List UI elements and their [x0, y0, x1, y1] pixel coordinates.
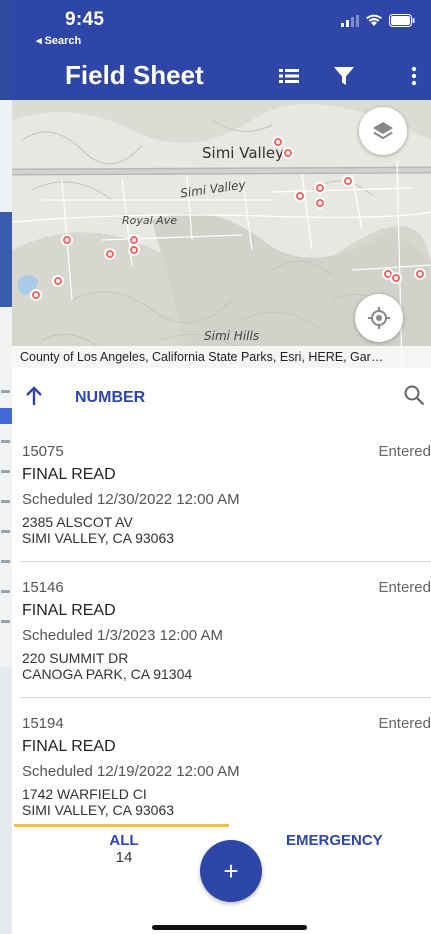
background-panel [0, 100, 12, 212]
work-order-number: 15146 [22, 579, 64, 596]
more-options-button[interactable] [401, 63, 427, 89]
signal-icon [341, 14, 359, 27]
status-time: 9:45 [65, 9, 105, 30]
work-order-address-line2: SIMI VALLEY, CA 93063 [22, 530, 175, 546]
map-pin[interactable] [61, 234, 73, 246]
sort-direction-button[interactable] [24, 386, 44, 411]
filter-button[interactable] [331, 63, 357, 89]
add-work-order-button[interactable]: + [200, 840, 262, 902]
tab-all-count: 14 [115, 849, 133, 866]
tab-all[interactable]: ALL 14 [104, 832, 144, 866]
map-pin[interactable] [390, 272, 402, 284]
background-tick [1, 530, 10, 533]
map-pin[interactable] [282, 147, 294, 159]
map-pin[interactable] [104, 248, 116, 260]
back-to-search-link[interactable]: ◂ Search [36, 34, 81, 47]
app-header: 9:45 ◂ Search Field Sheet [12, 0, 431, 100]
active-tab-indicator [14, 824, 229, 827]
work-order-number: 15194 [22, 715, 64, 732]
layers-icon [373, 122, 393, 140]
background-tick [1, 620, 10, 623]
background-tick [1, 470, 10, 473]
list-icon [279, 69, 299, 83]
map-label-avenue: Royal Ave [122, 214, 177, 227]
home-indicator[interactable] [152, 925, 307, 930]
map-pin[interactable] [314, 182, 326, 194]
status-icons [341, 14, 415, 27]
work-order-address-line1: 220 SUMMIT DR [22, 650, 129, 666]
work-order-number: 15075 [22, 443, 64, 460]
background-app-edge [0, 0, 12, 934]
work-order-list: 15075 Entered FINAL READ Scheduled 12/30… [12, 426, 431, 834]
wifi-icon [366, 14, 382, 26]
background-tick [1, 560, 10, 563]
work-order-status: Entered [378, 579, 431, 596]
search-icon [404, 385, 425, 406]
work-order-type: FINAL READ [22, 466, 116, 483]
work-order-address-line1: 2385 ALSCOT AV [22, 514, 133, 530]
list-view-button[interactable] [276, 63, 302, 89]
map-pin[interactable] [52, 275, 64, 287]
background-tick [1, 590, 10, 593]
work-order-card[interactable]: 15075 Entered FINAL READ Scheduled 12/30… [20, 426, 431, 562]
background-tick [1, 500, 10, 503]
work-order-address-line2: SIMI VALLEY, CA 93063 [22, 802, 175, 818]
locate-icon [368, 307, 390, 329]
map-label-hills: Simi Hills [204, 329, 260, 343]
background-list [0, 307, 12, 667]
battery-icon [389, 14, 415, 27]
page-title: Field Sheet [65, 60, 204, 90]
locate-me-button[interactable] [355, 294, 403, 342]
tab-emergency[interactable]: EMERGENCY [286, 832, 383, 849]
map-view[interactable]: Simi Valley Simi Valley Royal Ave Simi H… [12, 100, 431, 368]
filter-icon [334, 67, 354, 85]
plus-icon: + [223, 855, 239, 886]
work-order-status: Entered [378, 443, 431, 460]
background-header [0, 0, 12, 100]
work-order-card[interactable]: 15194 Entered FINAL READ Scheduled 12/19… [20, 698, 431, 834]
sort-field-button[interactable]: NUMBER [75, 389, 145, 407]
more-vertical-icon [411, 66, 417, 86]
arrow-up-icon [26, 386, 42, 405]
work-order-scheduled: Scheduled 12/19/2022 12:00 AM [22, 763, 240, 780]
background-highlight [0, 408, 12, 424]
work-order-address-line2: CANOGA PARK, CA 91304 [22, 666, 193, 682]
work-order-scheduled: Scheduled 1/3/2023 12:00 AM [22, 627, 223, 644]
work-order-scheduled: Scheduled 12/30/2022 12:00 AM [22, 491, 240, 508]
background-tick [1, 390, 10, 393]
map-pin[interactable] [294, 190, 306, 202]
map-pin[interactable] [128, 244, 140, 256]
work-order-type: FINAL READ [22, 738, 116, 755]
map-pin[interactable] [414, 268, 426, 280]
background-tick [1, 440, 10, 443]
work-order-address-line1: 1742 WARFIELD CI [22, 786, 147, 802]
layers-button[interactable] [359, 107, 407, 155]
search-button[interactable] [403, 384, 425, 411]
map-pin[interactable] [314, 197, 326, 209]
map-label-city: Simi Valley [202, 144, 284, 162]
map-pin[interactable] [342, 175, 354, 187]
background-band [0, 212, 12, 307]
work-order-status: Entered [378, 715, 431, 732]
map-pin[interactable] [30, 289, 42, 301]
map-attribution: County of Los Angeles, California State … [12, 346, 431, 368]
bottom-tab-bar: ALL 14 + EMERGENCY [12, 824, 431, 934]
sort-bar: NUMBER [12, 368, 431, 426]
map-pin[interactable] [272, 136, 284, 148]
field-sheet-screen: 9:45 ◂ Search Field Sheet Simi Valley Si… [12, 0, 431, 934]
work-order-card[interactable]: 15146 Entered FINAL READ Scheduled 1/3/2… [20, 562, 431, 698]
tab-all-label: ALL [109, 832, 139, 849]
work-order-type: FINAL READ [22, 602, 116, 619]
